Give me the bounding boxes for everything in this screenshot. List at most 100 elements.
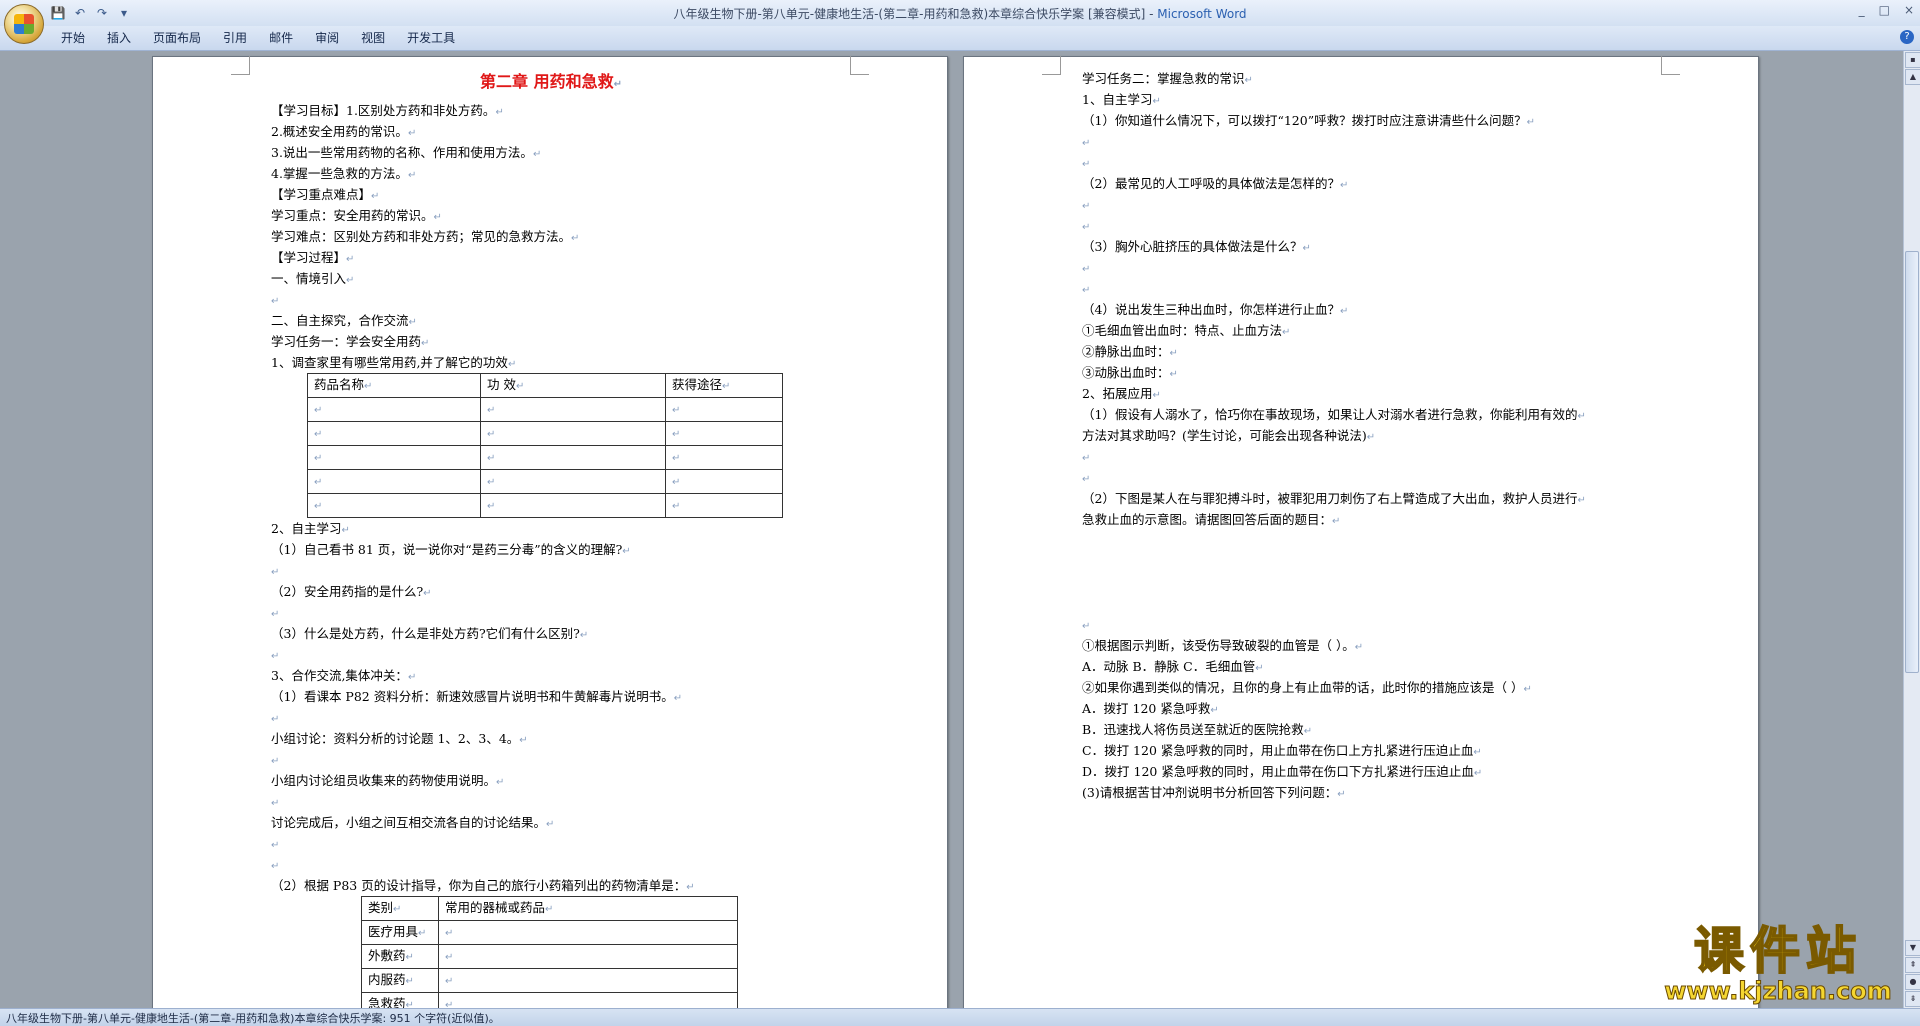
table-cell[interactable]: ↵ (480, 469, 666, 494)
line-text: D．拨打 120 紧急呼救的同时，用止血带在伤口下方扎紧进行压迫止血 (1082, 764, 1474, 779)
paragraph-mark: ↵ (1152, 390, 1161, 401)
page-2-lines: 学习任务二：掌握急救的常识↵ 1、自主学习↵ （1）你知道什么情况下，可以拨打“12… (1082, 68, 1702, 530)
document-line: 2、拓展应用↵ (1082, 383, 1702, 404)
table-cell[interactable]: ↵ (665, 421, 783, 446)
document-line: 【学习过程】↵ (271, 247, 831, 268)
table-cell[interactable]: ↵ (438, 968, 738, 993)
ribbon-tab[interactable]: 视图 (352, 30, 398, 46)
table-cell[interactable]: ↵ (438, 992, 738, 1008)
line-text: A．拨打 120 紧急呼救 (1082, 701, 1211, 716)
paragraph-mark: ↵ (673, 693, 683, 704)
document-line: ↵ (271, 791, 831, 812)
select-browse-object-icon[interactable]: ● (1905, 974, 1920, 990)
ribbon-tab[interactable]: 引用 (214, 30, 260, 46)
cell-mark: ↵ (314, 453, 323, 464)
table-cell[interactable]: ↵ (307, 469, 481, 494)
document-line: 学习难点：区别处方药和非处方药；常见的急救方法。↵ (271, 226, 831, 247)
paragraph-mark: ↵ (421, 338, 430, 349)
table-cell[interactable]: ↵ (307, 397, 481, 422)
table-cell[interactable]: ↵ (480, 397, 666, 422)
paragraph-mark: ↵ (1282, 327, 1291, 338)
document-line: 【学习目标】1.区别处方药和非处方药。↵ (271, 100, 831, 121)
table-row: 内服药↵ ↵ (361, 968, 738, 993)
table-cell[interactable]: 内服药↵ (361, 968, 439, 993)
document-line: 二、自主探究，合作交流↵ (271, 310, 831, 331)
table-cell[interactable]: ↵ (480, 493, 666, 518)
document-line: (3)请根据苦甘冲剂说明书分析回答下列问题：↵ (1082, 782, 1702, 803)
help-icon[interactable]: ? (1900, 30, 1914, 44)
document-line: ①毛细血管出血时：特点、止血方法↵ (1082, 320, 1702, 341)
line-text: （3）胸外心脏挤压的具体做法是什么？ (1082, 239, 1303, 254)
scroll-up-icon[interactable]: ▲ (1905, 69, 1920, 85)
document-line: ③动脉出血时：↵ (1082, 362, 1702, 383)
table-cell[interactable]: 急救药↵ (361, 992, 439, 1008)
scroll-thumb[interactable] (1905, 251, 1919, 673)
paragraph-mark: ↵ (1082, 474, 1091, 485)
cell-text: 内服药 (368, 972, 406, 987)
scroll-down-icon[interactable]: ▼ (1905, 940, 1920, 956)
table-row: 急救药↵ ↵ (361, 992, 738, 1008)
table-cell[interactable]: ↵ (480, 421, 666, 446)
ruler-toggle-icon[interactable]: ▪ (1905, 52, 1920, 68)
table-header-cell[interactable]: 功 效↵ (480, 373, 666, 398)
ribbon-tab[interactable]: 开发工具 (398, 30, 468, 46)
paragraph-mark: ↵ (433, 212, 442, 223)
medicine-table[interactable]: 药品名称↵ 功 效↵ 获得途径↵ ↵ ↵ ↵ ↵ ↵ ↵ ↵ ↵ ↵ ↵ ↵ ↵ ↵ ↵ ↵ (307, 373, 783, 518)
paragraph-mark: ↵ (1082, 201, 1091, 212)
table-header-cell[interactable]: 药品名称↵ (307, 373, 481, 398)
table-header-cell[interactable]: 类别↵ (361, 896, 439, 921)
previous-page-icon[interactable]: ⇞ (1905, 957, 1920, 973)
paragraph-mark: ↵ (341, 525, 350, 536)
table-header-cell[interactable]: 获得途径↵ (665, 373, 783, 398)
table-cell[interactable]: ↵ (307, 421, 481, 446)
maximize-button[interactable]: □ (1879, 3, 1890, 17)
next-page-icon[interactable]: ⇟ (1905, 991, 1920, 1007)
paragraph-mark: ↵ (407, 672, 417, 683)
document-line: ↵ (1082, 614, 1702, 635)
watermark-logo: 课件站 www.kjzhan.com (1658, 923, 1898, 1005)
vertical-scrollbar[interactable]: ▪ ▲ ▼ ⇞ ● ⇟ (1903, 51, 1920, 1008)
table-cell[interactable]: 医疗用具↵ (361, 920, 439, 945)
table-cell[interactable]: ↵ (438, 944, 738, 969)
cell-mark: ↵ (445, 976, 454, 987)
paragraph-mark: ↵ (271, 714, 280, 725)
paragraph-mark: ↵ (1169, 348, 1178, 359)
ribbon-tab[interactable]: 审阅 (306, 30, 352, 46)
table-cell[interactable]: ↵ (665, 397, 783, 422)
cell-text: 药品名称 (314, 377, 365, 392)
cell-mark: ↵ (672, 453, 681, 464)
document-line: ↵ (1082, 131, 1702, 152)
table-cell[interactable]: ↵ (480, 445, 666, 470)
document-line: ↵ (271, 644, 831, 665)
paragraph-mark: ↵ (271, 609, 280, 620)
page-1-content[interactable]: 第二章 用药和急救↵ 【学习目标】1.区别处方药和非处方药。↵ 2.概述安全用药的… (271, 66, 831, 1008)
table-header-cell[interactable]: 常用的器械或药品↵ (438, 896, 738, 921)
medicine-kit-table[interactable]: 类别↵ 常用的器械或药品↵ 医疗用具↵ ↵ 外敷药↵ ↵ 内服药↵ ↵ 急救药↵ ↵ (361, 896, 738, 1008)
page-2-content[interactable]: 学习任务二：掌握急救的常识↵ 1、自主学习↵ （1）你知道什么情况下，可以拨打“12… (1082, 68, 1702, 803)
cell-mark: ↵ (672, 477, 681, 488)
table-cell[interactable]: ↵ (665, 445, 783, 470)
line-text: （1）看课本 P82 资料分析：新速效感冒片说明书和牛黄解毒片说明书。 (271, 689, 674, 704)
paragraph-mark: ↵ (622, 546, 631, 557)
table-cell[interactable]: ↵ (307, 445, 481, 470)
office-button[interactable] (4, 4, 44, 44)
table-cell[interactable]: 外敷药↵ (361, 944, 439, 969)
paragraph-mark: ↵ (507, 359, 517, 370)
ribbon-tab[interactable]: 页面布局 (144, 30, 214, 46)
table-cell[interactable]: ↵ (307, 493, 481, 518)
ribbon-tab[interactable]: 插入 (98, 30, 144, 46)
document-line: （3）什么是处方药，什么是非处方药?它们有什么区别?↵ (271, 623, 831, 644)
minimize-button[interactable]: _ (1859, 3, 1865, 17)
line-text: C．拨打 120 紧急呼救的同时，用止血带在伤口上方扎紧进行压迫止血 (1082, 743, 1474, 758)
close-button[interactable]: × (1904, 3, 1914, 17)
table-cell[interactable]: ↵ (438, 920, 738, 945)
document-line: ↵ (271, 833, 831, 854)
table-cell[interactable]: ↵ (665, 493, 783, 518)
ribbon-tab[interactable]: 开始 (52, 30, 98, 46)
ribbon-tab[interactable]: 邮件 (260, 30, 306, 46)
paragraph-mark: ↵ (407, 128, 417, 139)
line-text: ②静脉出血时： (1082, 344, 1170, 359)
cell-mark: ↵ (672, 501, 681, 512)
table-cell[interactable]: ↵ (665, 469, 783, 494)
line-text: ②如果你遇到类似的情况，且你的身上有止血带的话，此时你的措施应该是（ ） (1082, 680, 1524, 695)
